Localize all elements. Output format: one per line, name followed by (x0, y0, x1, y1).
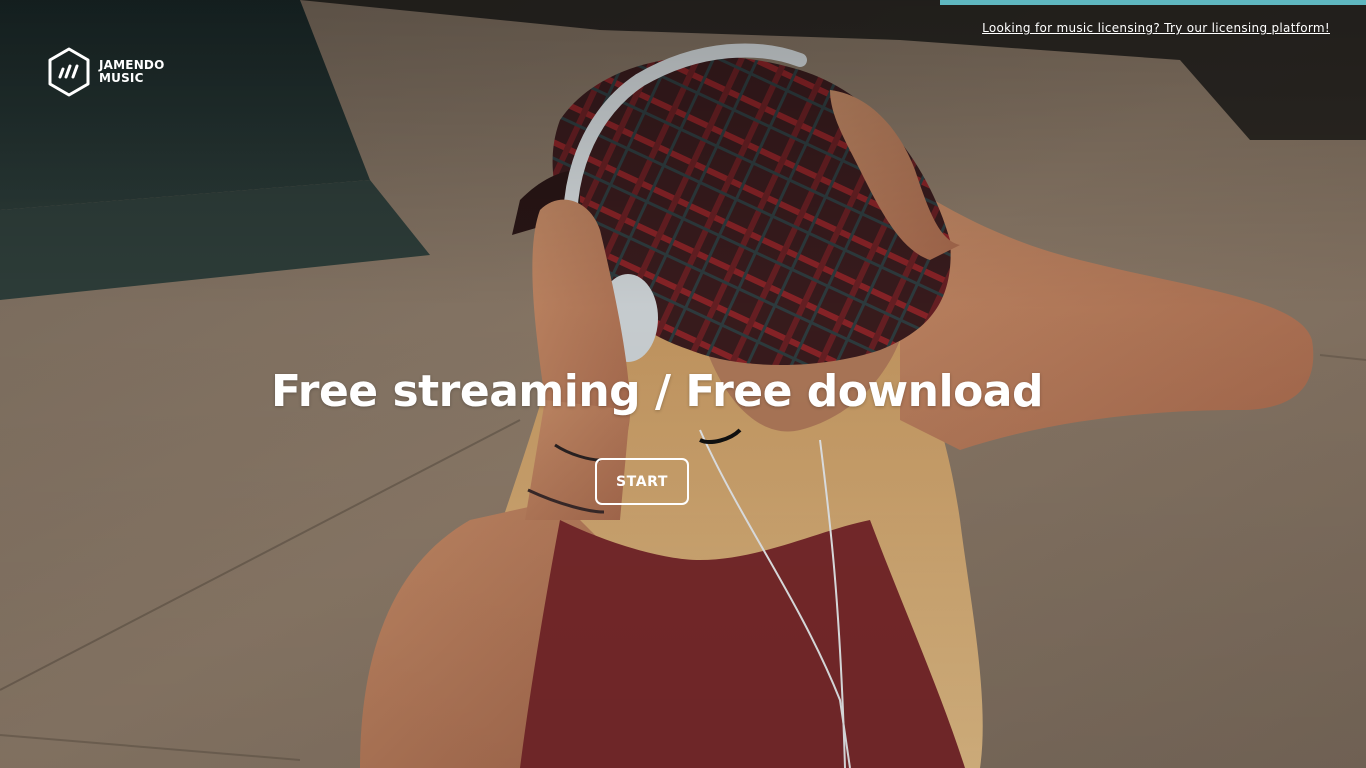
hero-headline: Free streaming / Free download (271, 366, 1044, 417)
logo-line-music: MUSIC (99, 71, 144, 85)
jamendo-hexagon-icon (48, 47, 90, 97)
logo-wordmark: JAMENDO MUSIC (99, 59, 165, 85)
start-button[interactable]: START (595, 458, 689, 505)
top-accent-bar (940, 0, 1366, 5)
hero-section: Looking for music licensing? Try our lic… (0, 0, 1366, 768)
licensing-platform-link[interactable]: Looking for music licensing? Try our lic… (982, 21, 1330, 35)
jamendo-music-logo[interactable]: JAMENDO MUSIC (47, 47, 165, 97)
